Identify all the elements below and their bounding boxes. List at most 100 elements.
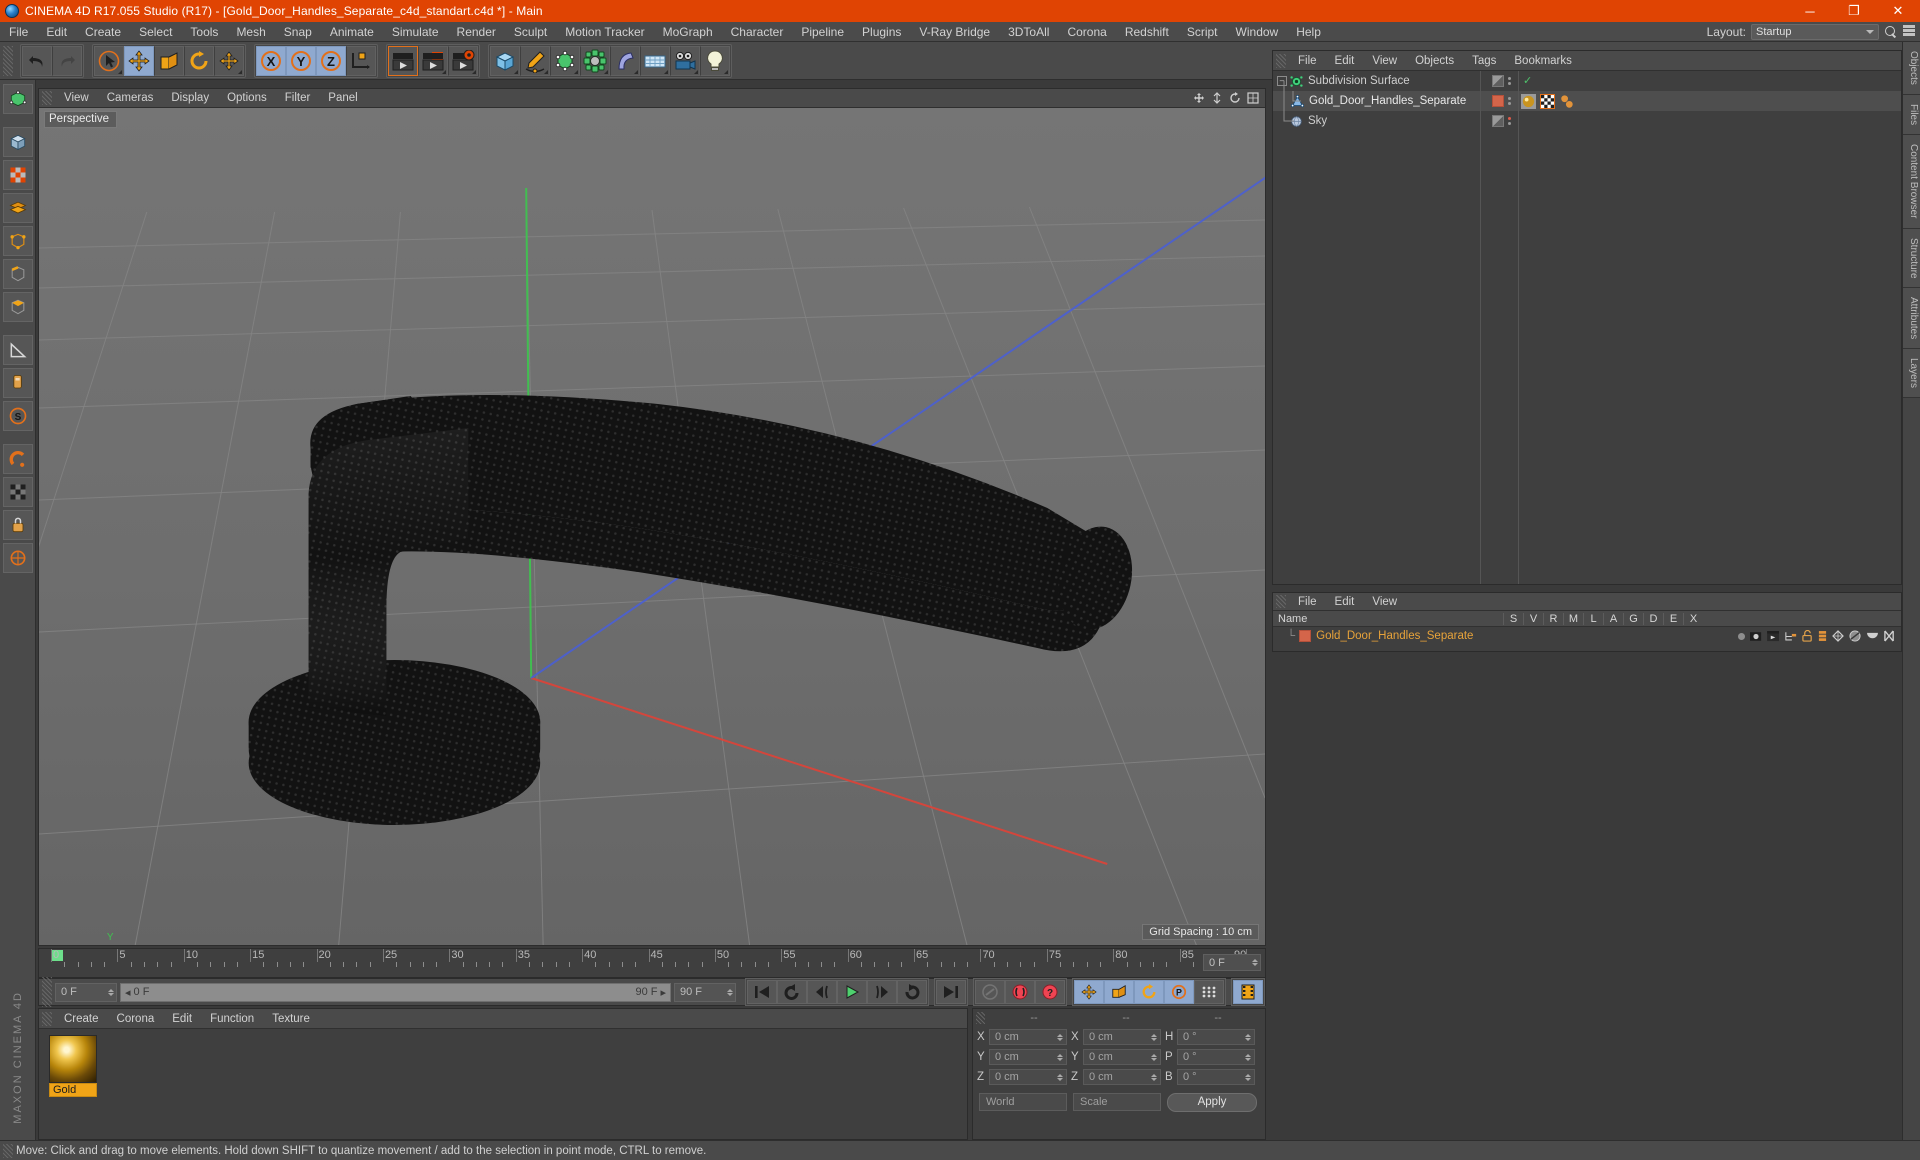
texture-mode-button[interactable] (2, 160, 33, 190)
menu-sculpt[interactable]: Sculpt (505, 22, 556, 42)
zoom-view-icon[interactable] (1211, 92, 1223, 104)
x-axis-button[interactable]: X (256, 45, 286, 76)
script-S-button[interactable]: S (2, 401, 33, 431)
scrub-right-arrow-icon[interactable]: ▸ (660, 986, 666, 999)
gold-material-tag[interactable] (1521, 93, 1536, 109)
render-visibility-dot-icon[interactable] (1508, 102, 1511, 105)
structure-manager-grip[interactable] (1276, 595, 1286, 608)
right-tab-files[interactable]: Files (1903, 94, 1920, 136)
menu-mesh[interactable]: Mesh (227, 22, 274, 42)
key-position-button[interactable] (1074, 980, 1104, 1004)
rotate-view-icon[interactable] (1229, 92, 1241, 104)
timeline-ruler-track[interactable]: 051015202530354045505560657075808590 (51, 949, 1265, 977)
material-manager-grip[interactable] (42, 1011, 52, 1026)
timeline-ruler[interactable]: 051015202530354045505560657075808590 0 F (38, 948, 1266, 978)
expand-toggle-icon[interactable]: – (1277, 76, 1287, 86)
tag-row[interactable] (1519, 91, 1901, 111)
material-menu-create[interactable]: Create (55, 1009, 108, 1029)
menu-animate[interactable]: Animate (321, 22, 383, 42)
menu-script[interactable]: Script (1178, 22, 1227, 42)
s-flag-icon[interactable] (1738, 632, 1745, 640)
object-manager-menu-tags[interactable]: Tags (1463, 51, 1505, 71)
right-tab-objects[interactable]: Objects (1903, 42, 1920, 95)
loop-button[interactable] (897, 980, 927, 1004)
menu-character[interactable]: Character (722, 22, 793, 42)
size-x-input[interactable]: 0 cm (1083, 1029, 1161, 1045)
snap-magnet-button[interactable] (2, 444, 33, 474)
editor-visibility-dot-icon[interactable] (1508, 117, 1511, 120)
layout-select[interactable]: Startup (1751, 23, 1879, 40)
render-visibility-dot-icon[interactable] (1508, 82, 1511, 85)
position-z-input[interactable]: 0 cm (989, 1069, 1067, 1085)
search-icon[interactable] (1884, 25, 1898, 39)
undo-button[interactable] (22, 45, 52, 76)
m-flag-icon[interactable] (1785, 631, 1797, 642)
coordinate-scale-select[interactable]: Scale (1073, 1093, 1161, 1111)
e-flag-icon[interactable] (1866, 631, 1879, 641)
move-duplicate-button[interactable] (214, 45, 244, 76)
point-mode-button[interactable] (2, 226, 33, 256)
menu-simulate[interactable]: Simulate (383, 22, 448, 42)
menu-v-ray-bridge[interactable]: V-Ray Bridge (910, 22, 999, 42)
key-rotation-button[interactable] (1134, 980, 1164, 1004)
menu-file[interactable]: File (0, 22, 37, 42)
position-y-input[interactable]: 0 cm (989, 1049, 1067, 1065)
viewport-menu-cameras[interactable]: Cameras (98, 89, 163, 108)
object-manager-menu-file[interactable]: File (1289, 51, 1326, 71)
material-menu-function[interactable]: Function (201, 1009, 263, 1029)
structure-menu-file[interactable]: File (1289, 592, 1326, 612)
right-tab-structure[interactable]: Structure (1903, 228, 1920, 289)
material-preview-sphere[interactable] (49, 1035, 97, 1083)
floor-environment-button[interactable] (640, 45, 670, 76)
a-flag-icon[interactable] (1818, 630, 1827, 642)
object-tree[interactable]: – Subdivision Surface Gold_Door_Handles_… (1273, 71, 1481, 584)
l-flag-icon[interactable] (1802, 630, 1813, 642)
object-manager-grip[interactable] (1276, 53, 1286, 68)
viewport-menu-view[interactable]: View (55, 89, 98, 108)
light-button[interactable] (700, 45, 730, 76)
menu-corona[interactable]: Corona (1058, 22, 1115, 42)
viewport-menu-display[interactable]: Display (162, 89, 218, 108)
quantize-button[interactable] (2, 477, 33, 507)
layers-icon[interactable] (1903, 25, 1916, 38)
render-visibility-dot-icon[interactable] (1508, 122, 1511, 125)
timeline-scrubber[interactable]: ◂ 0 F 90 F ▸ (120, 982, 671, 1002)
workplane-button[interactable] (2, 368, 33, 398)
next-frame-button[interactable] (867, 980, 897, 1004)
viewport-menu-grip[interactable] (42, 91, 52, 105)
maximize-button[interactable]: ❐ (1832, 0, 1876, 22)
edge-mode-button[interactable] (2, 259, 33, 289)
right-tab-content-browser[interactable]: Content Browser (1903, 135, 1920, 229)
object-color-swatch[interactable] (1492, 95, 1504, 107)
previous-frame-button[interactable] (807, 980, 837, 1004)
autokeying-button[interactable] (975, 980, 1005, 1004)
menu-tools[interactable]: Tools (181, 22, 227, 42)
visibility-row[interactable] (1481, 91, 1518, 111)
menu-motion-tracker[interactable]: Motion Tracker (556, 22, 653, 42)
render-region-button[interactable] (418, 45, 448, 76)
deformer-button[interactable] (580, 45, 610, 76)
v-flag-icon[interactable] (1750, 631, 1762, 642)
menu-snap[interactable]: Snap (275, 22, 321, 42)
object-row-subdivision-surface[interactable]: – Subdivision Surface (1273, 71, 1480, 91)
uvw-checker-tag[interactable] (1540, 93, 1555, 109)
object-row-gold-door-handles-separate[interactable]: Gold_Door_Handles_Separate (1273, 91, 1480, 111)
size-y-input[interactable]: 0 cm (1083, 1049, 1161, 1065)
key-parameter-button[interactable]: P (1164, 980, 1194, 1004)
object-manager-menu-edit[interactable]: Edit (1326, 51, 1364, 71)
make-editable-button[interactable] (2, 84, 33, 114)
y-axis-button[interactable]: Y (286, 45, 316, 76)
editor-visibility-dot-icon[interactable] (1508, 77, 1511, 80)
world-object-coord-button[interactable] (346, 45, 376, 76)
point-level-animation-button[interactable] (1194, 980, 1224, 1004)
object-axis-mode-button[interactable] (2, 193, 33, 223)
scale-tool-button[interactable] (154, 45, 184, 76)
select-tool-button[interactable] (94, 45, 124, 76)
end-frame-field[interactable]: 90 F (674, 982, 736, 1002)
position-x-input[interactable]: 0 cm (989, 1029, 1067, 1045)
menu-pipeline[interactable]: Pipeline (792, 22, 853, 42)
rotation-p-input[interactable]: 0 ° (1177, 1049, 1255, 1065)
pan-view-icon[interactable] (1193, 92, 1205, 104)
keyframe-help-button[interactable]: ? (1035, 980, 1065, 1004)
menu-help[interactable]: Help (1287, 22, 1330, 42)
